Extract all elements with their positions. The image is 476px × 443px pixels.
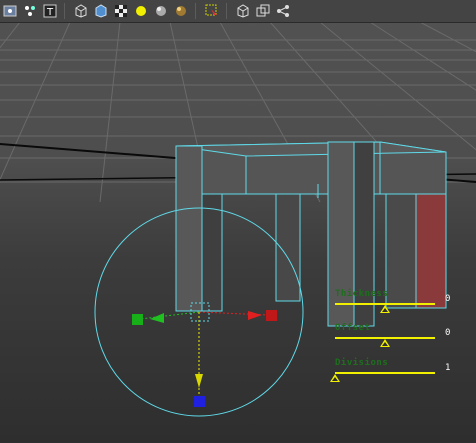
shadows-icon[interactable] xyxy=(153,3,169,19)
thickness-slider[interactable]: Thickness 0 xyxy=(333,289,453,319)
offset-slider[interactable]: Offset 0 xyxy=(333,323,453,353)
slider-handle-icon[interactable] xyxy=(330,374,340,382)
show-graph-icon[interactable] xyxy=(275,3,291,19)
z-axis-cube-icon[interactable] xyxy=(194,396,205,407)
slider-label: Offset xyxy=(335,323,371,333)
slider-track[interactable] xyxy=(335,372,435,374)
component-mode-icon[interactable] xyxy=(22,3,38,19)
slider-handle-icon[interactable] xyxy=(380,305,390,313)
slider-value: 0 xyxy=(445,294,451,304)
slider-label: Divisions xyxy=(335,358,389,368)
x-axis-cube-icon[interactable] xyxy=(266,310,277,321)
slider-handle-icon[interactable] xyxy=(380,339,390,347)
y-axis-cube-icon[interactable] xyxy=(132,314,143,325)
z-axis-arrow-icon[interactable] xyxy=(195,374,203,388)
y-axis-handle-line[interactable] xyxy=(139,311,200,320)
text-icon[interactable]: T xyxy=(42,3,58,19)
select-tool-icon[interactable] xyxy=(204,3,220,19)
panel-toolbar: T xyxy=(0,0,476,23)
y-axis-arrow-icon[interactable] xyxy=(150,313,164,323)
wireframe-icon[interactable] xyxy=(73,3,89,19)
xray-icon[interactable] xyxy=(255,3,271,19)
divisions-slider[interactable]: Divisions 1 xyxy=(330,358,453,388)
textured-icon[interactable] xyxy=(113,3,129,19)
isolate-select-icon[interactable] xyxy=(235,3,251,19)
slider-label: Thickness xyxy=(335,289,389,299)
use-all-lights-icon[interactable] xyxy=(133,3,149,19)
smooth-shade-icon[interactable] xyxy=(93,3,109,19)
svg-text:T: T xyxy=(46,7,54,18)
x-axis-arrow-icon[interactable] xyxy=(248,311,262,320)
ambient-occlusion-icon[interactable] xyxy=(173,3,189,19)
slider-value: 1 xyxy=(445,363,451,373)
3d-viewport[interactable]: T Thickness 0 Offset 0 Divisions 1 xyxy=(0,0,476,443)
selection-mask-icon[interactable] xyxy=(2,3,18,19)
slider-value: 0 xyxy=(445,328,451,338)
